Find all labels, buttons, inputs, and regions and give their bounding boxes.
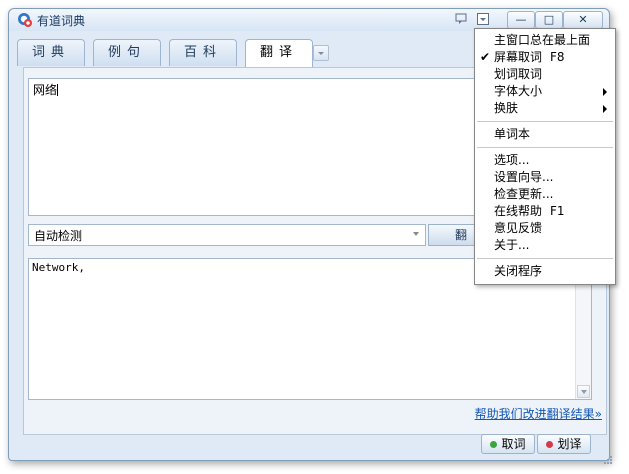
menu-dropdown-icon[interactable] [477, 13, 489, 25]
resize-grip-icon[interactable] [603, 455, 613, 465]
red-status-icon [546, 441, 554, 448]
menu-separator [477, 147, 613, 148]
menu-item-feedback[interactable]: 意见反馈 [475, 220, 615, 237]
menu-item-label: 单词本 [494, 127, 531, 141]
menu-item-online-help[interactable]: 在线帮助 F1 [475, 203, 615, 220]
tab-translate[interactable]: 翻译 [245, 39, 313, 68]
maximize-button[interactable]: □ [535, 11, 563, 29]
translation-text: Network, [32, 261, 85, 274]
menu-item-screen-pick[interactable]: ✔ 屏幕取词 F8 [475, 49, 615, 66]
green-status-icon [490, 441, 498, 448]
menu-item-exit[interactable]: 关闭程序 [475, 263, 615, 280]
tab-dictionary[interactable]: 词典 [17, 39, 85, 66]
menu-item-label: 换肤 [494, 101, 519, 115]
menu-item-label: 关闭程序 [494, 264, 543, 278]
window-title: 有道词典 [37, 14, 86, 28]
menu-item-check-updates[interactable]: 检查更新... [475, 186, 615, 203]
menu-item-label: 划词取词 [494, 67, 543, 81]
menu-item-label: 设置向导... [494, 170, 554, 184]
menu-item-font-size[interactable]: 字体大小 [475, 83, 615, 100]
improve-translation-link[interactable]: 帮助我们改进翻译结果» [475, 405, 602, 422]
select-translate-button[interactable]: 划译 [537, 434, 591, 454]
text-caret [57, 84, 59, 96]
pick-word-button[interactable]: 取词 [481, 434, 535, 454]
submenu-arrow-icon [603, 105, 607, 113]
scroll-down-button[interactable] [577, 385, 590, 398]
menu-separator [477, 258, 613, 259]
minimize-button[interactable]: — [507, 11, 535, 29]
menu-item-label: 屏幕取词 [494, 50, 543, 64]
mini-mode-icon[interactable] [455, 13, 467, 25]
menu-item-skin[interactable]: 换肤 [475, 100, 615, 117]
menu-item-label: 意见反馈 [494, 221, 543, 235]
menu-item-label: 检查更新... [494, 187, 554, 201]
menu-item-options[interactable]: 选项... [475, 152, 615, 169]
language-select-value: 自动检测 [34, 229, 83, 243]
tab-examples[interactable]: 例句 [93, 39, 161, 66]
tab-encyclopedia[interactable]: 百科 [169, 39, 237, 66]
menu-item-setup-wizard[interactable]: 设置向导... [475, 169, 615, 186]
menu-item-shortcut: F1 [550, 204, 565, 218]
menu-item-label: 主窗口总在最上面 [494, 33, 591, 47]
menu-item-about[interactable]: 关于... [475, 237, 615, 254]
menu-item-select-pick[interactable]: 划词取词 [475, 66, 615, 83]
tab-more-button[interactable] [313, 45, 329, 61]
chevron-down-icon [318, 52, 324, 55]
submenu-arrow-icon [603, 88, 607, 96]
language-select[interactable]: 自动检测 [28, 224, 426, 246]
menu-item-label: 在线帮助 [494, 204, 543, 218]
pick-word-label: 取词 [501, 437, 526, 451]
youdao-logo-icon [18, 13, 32, 27]
main-menu: 主窗口总在最上面 ✔ 屏幕取词 F8 划词取词 字体大小 换肤 单词本 选项...… [474, 28, 616, 285]
check-icon: ✔ [480, 50, 491, 64]
close-button[interactable]: ✕ [563, 11, 603, 29]
menu-item-always-on-top[interactable]: 主窗口总在最上面 [475, 32, 615, 49]
source-text: 网络 [33, 83, 58, 97]
menu-item-wordbook[interactable]: 单词本 [475, 126, 615, 143]
select-translate-label: 划译 [557, 437, 582, 451]
menu-item-label: 选项... [494, 153, 530, 167]
menu-separator [477, 121, 613, 122]
menu-item-label: 字体大小 [494, 84, 543, 98]
menu-item-label: 关于... [494, 238, 530, 252]
chevron-down-icon [413, 232, 419, 236]
menu-item-shortcut: F8 [550, 50, 565, 64]
